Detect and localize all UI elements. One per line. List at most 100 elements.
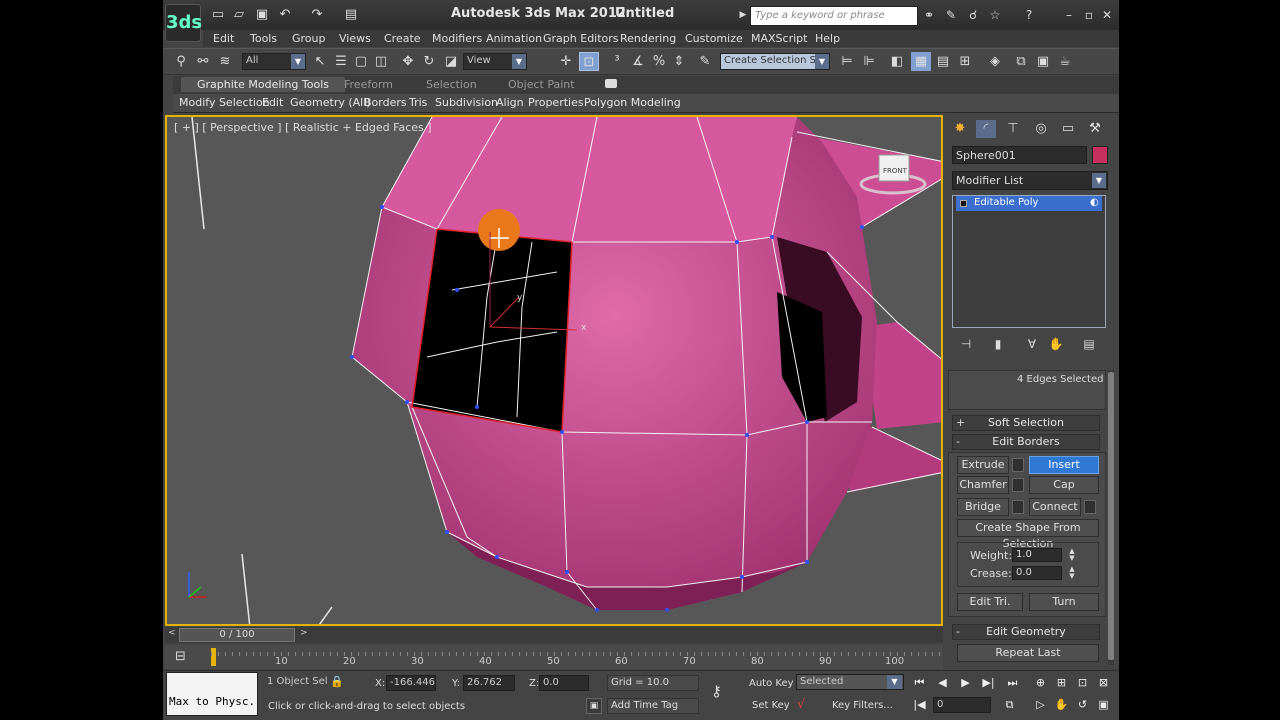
favorites-star-icon[interactable]: ☆ [987, 7, 1003, 23]
chamfer-button[interactable]: Chamfer [957, 476, 1009, 494]
save-icon[interactable]: ▣ [254, 7, 270, 23]
connect-button[interactable]: Connect [1029, 498, 1081, 516]
open-file-icon[interactable]: ▱ [231, 7, 247, 23]
zoom-extents-all-icon[interactable]: ⊠ [1095, 675, 1112, 691]
select-and-move-icon[interactable]: ✥ [398, 52, 418, 71]
connect-settings-button[interactable] [1084, 500, 1096, 514]
chevron-down-icon[interactable]: ▼ [887, 675, 902, 689]
y-coordinate-input[interactable]: 26.762 [463, 675, 515, 691]
bridge-settings-button[interactable] [1012, 500, 1024, 514]
repeat-last-button[interactable]: Repeat Last [957, 644, 1099, 662]
modify-panel-icon[interactable]: ◜ [976, 120, 996, 138]
turn-button[interactable]: Turn [1029, 593, 1099, 611]
key-icon[interactable]: ⚷ [711, 682, 722, 700]
maximize-viewport-icon[interactable]: ▣ [1095, 697, 1112, 713]
menu-views[interactable]: Views [339, 32, 371, 45]
menu-create[interactable]: Create [384, 32, 421, 45]
weight-spinner[interactable]: ▲ ▼ [1068, 548, 1076, 562]
crease-input[interactable]: 0.0 [1012, 566, 1062, 580]
edit-named-selection-icon[interactable]: ✎ [695, 52, 715, 71]
weight-input[interactable]: 1.0 [1012, 548, 1062, 562]
tab-freeform[interactable]: Freeform [344, 78, 393, 91]
layer-manager-icon[interactable]: ◧ [887, 52, 907, 71]
selection-filter-dropdown[interactable]: All ▼ [242, 53, 306, 70]
light-bulb-icon[interactable]: ◐ [1090, 197, 1099, 208]
tab-graphite-modeling-tools[interactable]: Graphite Modeling Tools [181, 77, 346, 92]
menu-tools[interactable]: Tools [250, 32, 277, 45]
utilities-panel-icon[interactable]: ⚒ [1085, 120, 1105, 138]
render-production-icon[interactable]: ☕ [1055, 52, 1075, 71]
select-by-name-icon[interactable]: ☰ [331, 52, 351, 71]
render-setup-icon[interactable]: ⧉ [1011, 52, 1031, 71]
panel-geometry-all[interactable]: Geometry (All) [290, 96, 371, 109]
object-color-swatch[interactable] [1092, 146, 1108, 164]
graphite-toggle-icon[interactable]: ▦ [911, 52, 931, 71]
current-frame-input[interactable]: 0 [933, 697, 991, 713]
time-next-arrow-icon[interactable]: > [300, 628, 308, 638]
pivot-center-icon[interactable]: ✛ [556, 52, 576, 71]
next-frame-icon[interactable]: ▶| [980, 675, 997, 691]
app-logo-button[interactable]: 3ds [165, 4, 202, 42]
search-input[interactable]: Type a keyword or phrase [750, 6, 918, 26]
time-configuration-icon[interactable]: ⧉ [1001, 697, 1018, 713]
time-slider-thumb[interactable]: 0 / 100 [179, 628, 295, 642]
chamfer-settings-button[interactable] [1012, 478, 1024, 492]
menu-rendering[interactable]: Rendering [620, 32, 676, 45]
panel-align[interactable]: Align [496, 96, 524, 109]
unlink-icon[interactable]: ⚯ [193, 52, 213, 71]
edit-tri-button[interactable]: Edit Tri. [957, 593, 1023, 611]
tools-icon[interactable]: ✎ [943, 7, 959, 23]
zoom-all-icon[interactable]: ⊞ [1053, 675, 1070, 691]
angle-snap-icon[interactable]: ∡ [628, 52, 648, 71]
menu-animation[interactable]: Animation [486, 32, 542, 45]
extrude-button[interactable]: Extrude [957, 456, 1009, 474]
undo-icon[interactable]: ↶ [277, 7, 293, 23]
ribbon-options-icon[interactable] [605, 79, 617, 88]
reference-coordinate-dropdown[interactable]: View ▼ [463, 53, 527, 70]
bind-space-warp-icon[interactable]: ≋ [215, 52, 235, 71]
orbit-icon[interactable]: ↺ [1074, 697, 1091, 713]
menu-help[interactable]: Help [815, 32, 840, 45]
rollout-edit-geometry[interactable]: - Edit Geometry [952, 624, 1100, 640]
rectangular-selection-icon[interactable]: ▢ [351, 52, 371, 71]
select-and-rotate-icon[interactable]: ↻ [419, 52, 439, 71]
create-panel-icon[interactable]: ✸ [950, 120, 970, 138]
pin-stack-icon[interactable]: ⊣ [957, 336, 975, 352]
communication-icon[interactable]: ☌ [965, 7, 981, 23]
time-prev-arrow-icon[interactable]: < [168, 628, 176, 638]
curve-editor-icon[interactable]: ▤ [933, 52, 953, 71]
default-tangent-icon[interactable]: √ [797, 697, 805, 712]
scrollbar-thumb[interactable] [1108, 372, 1114, 660]
maximize-button[interactable]: ▫ [1081, 7, 1097, 23]
insert-vertex-button[interactable]: Insert Vertex [1029, 456, 1099, 487]
menu-edit[interactable]: Edit [213, 32, 234, 45]
selection-lock-icon[interactable]: 🔒 [330, 675, 344, 688]
create-shape-button[interactable]: Create Shape From Selection [957, 519, 1099, 550]
make-unique-icon[interactable]: ∀ [1023, 336, 1041, 352]
bridge-button[interactable]: Bridge [957, 498, 1009, 516]
viewport-label[interactable]: [ + ] [ Perspective ] [ Realistic + Edge… [174, 121, 432, 134]
select-and-link-icon[interactable]: ⚲ [171, 52, 191, 71]
window-crossing-icon[interactable]: ◫ [371, 52, 391, 71]
snaps-toggle-icon[interactable]: ³ [607, 52, 627, 71]
tab-object-paint[interactable]: Object Paint [508, 78, 575, 91]
z-coordinate-input[interactable]: 0.0 [539, 675, 589, 691]
display-panel-icon[interactable]: ▭ [1058, 120, 1078, 138]
time-tag-icon[interactable]: ▣ [586, 698, 602, 714]
field-of-view-icon[interactable]: ▷ [1032, 697, 1049, 713]
material-editor-icon[interactable]: ◈ [985, 52, 1005, 71]
zoom-icon[interactable]: ⊕ [1032, 675, 1049, 691]
key-filters-button[interactable]: Key Filters... [832, 700, 893, 711]
spinner-snap-icon[interactable]: ⇕ [669, 52, 689, 71]
stack-item-editable-poly[interactable]: Editable Poly [956, 196, 1102, 211]
new-file-icon[interactable]: ▭ [210, 7, 226, 23]
crease-spinner[interactable]: ▲ ▼ [1068, 566, 1076, 580]
show-end-result-icon[interactable]: ▮ [989, 336, 1007, 352]
tab-selection[interactable]: Selection [426, 78, 477, 91]
object-name-field[interactable]: Sphere001 [952, 146, 1087, 164]
hierarchy-panel-icon[interactable]: ⊤ [1003, 120, 1023, 138]
mirror-icon[interactable]: ⊨ [837, 52, 857, 71]
selected-hole[interactable] [412, 229, 572, 432]
binoculars-icon[interactable]: ⚭ [921, 7, 937, 23]
project-folder-icon[interactable]: ▤ [343, 7, 359, 23]
